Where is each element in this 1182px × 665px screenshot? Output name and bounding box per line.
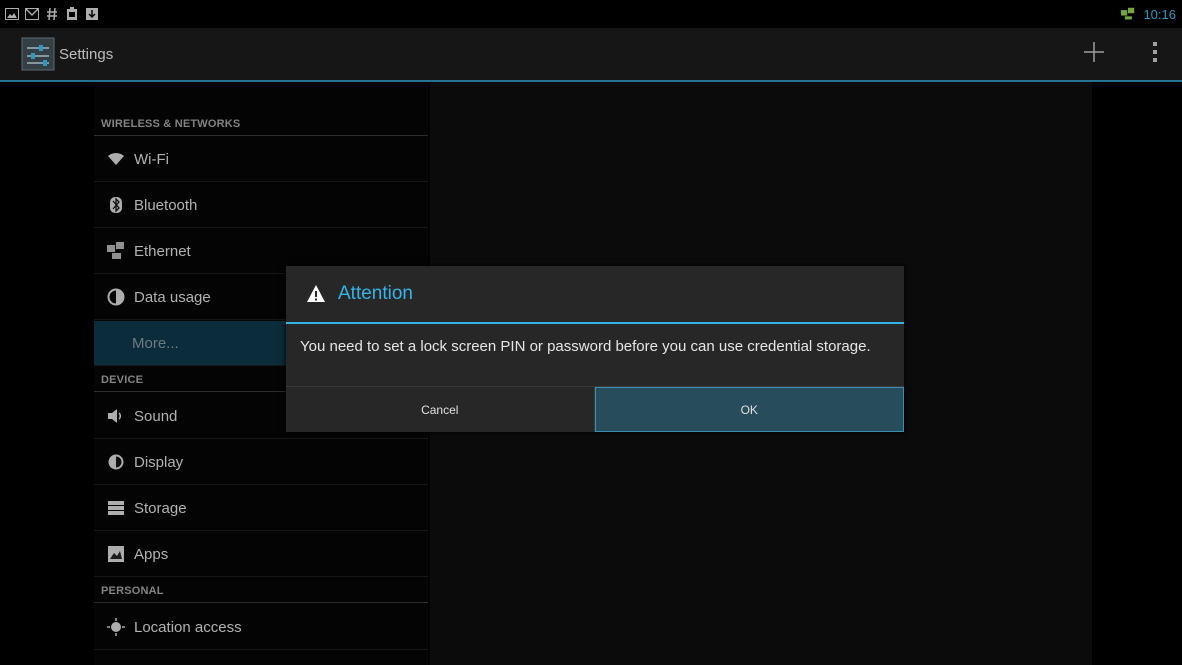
warning-icon — [306, 284, 326, 304]
dialog-title-bar: Attention — [286, 266, 904, 324]
dialog-title: Attention — [338, 283, 413, 304]
dialog-button-bar: Cancel OK — [286, 386, 904, 432]
cancel-button[interactable]: Cancel — [286, 387, 595, 432]
attention-dialog: Attention You need to set a lock screen … — [286, 266, 904, 432]
ok-button[interactable]: OK — [594, 387, 904, 432]
dialog-message: You need to set a lock screen PIN or pas… — [300, 338, 871, 355]
